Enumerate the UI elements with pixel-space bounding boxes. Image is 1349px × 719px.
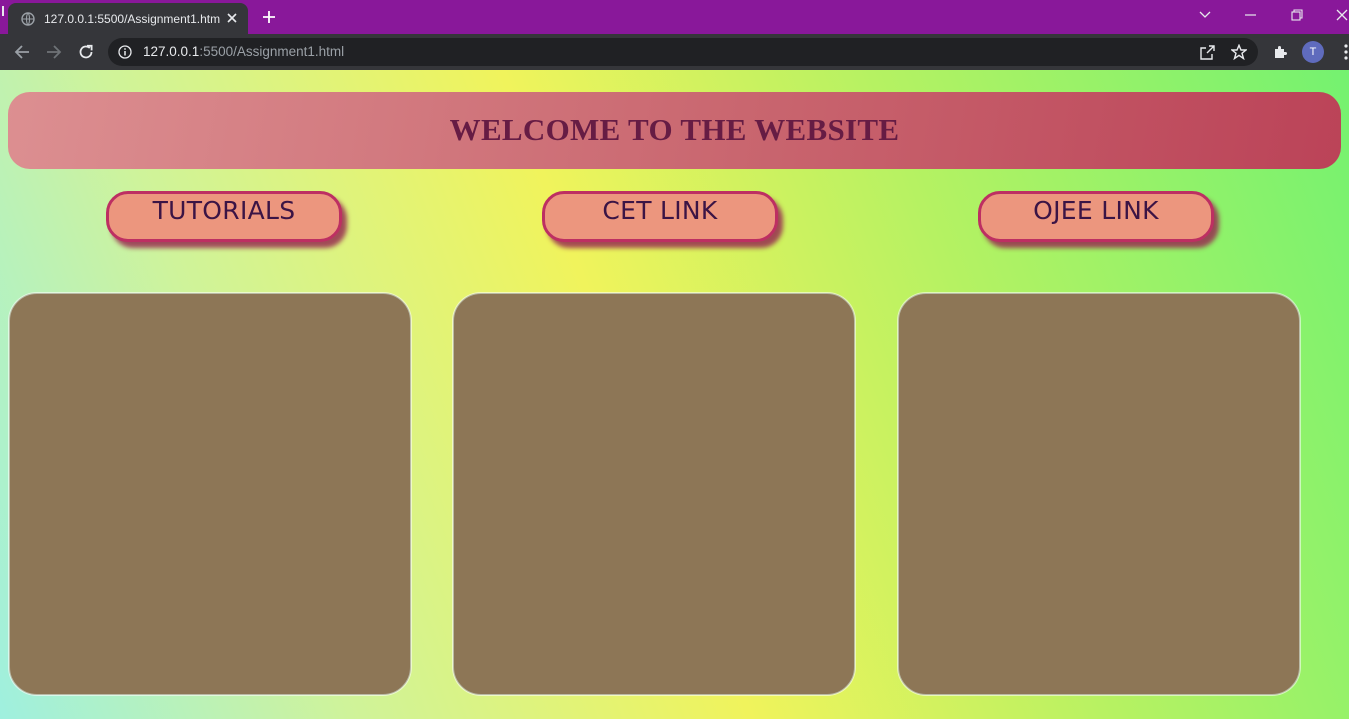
- tab-title: 127.0.0.1:5500/Assignment1.html: [44, 11, 220, 26]
- page-title: WELCOME TO THE WEBSITE: [449, 111, 900, 147]
- new-tab-icon[interactable]: [260, 8, 278, 26]
- close-icon[interactable]: [224, 10, 240, 26]
- back-arrow-icon[interactable]: [10, 40, 34, 64]
- browser-toolbar: 127.0.0.1:5500/Assignment1.html T: [0, 34, 1349, 70]
- browser-titlebar: 127.0.0.1:5500/Assignment1.html: [0, 0, 1349, 34]
- reload-icon[interactable]: [74, 40, 98, 64]
- tutorials-button[interactable]: TUTORIALS: [106, 191, 342, 242]
- url-path: :5500/Assignment1.html: [199, 44, 345, 59]
- address-bar[interactable]: 127.0.0.1:5500/Assignment1.html: [108, 38, 1258, 66]
- url-text: 127.0.0.1:5500/Assignment1.html: [143, 44, 344, 59]
- avatar[interactable]: T: [1302, 41, 1324, 63]
- page-header: WELCOME TO THE WEBSITE: [8, 92, 1341, 169]
- extensions-icon[interactable]: [1268, 40, 1292, 64]
- minimize-icon[interactable]: [1237, 4, 1265, 26]
- restore-icon[interactable]: [1283, 4, 1311, 26]
- content-card-ojee: [898, 293, 1300, 695]
- url-host: 127.0.0.1: [143, 44, 200, 59]
- share-icon[interactable]: [1198, 43, 1216, 61]
- ojee-link-button-label: OJEE LINK: [1033, 196, 1159, 225]
- content-card-tutorials: [9, 293, 411, 695]
- tutorials-button-label: TUTORIALS: [152, 196, 296, 225]
- window-edge-mark: [2, 6, 4, 16]
- info-icon[interactable]: [118, 45, 132, 59]
- ojee-link-button[interactable]: OJEE LINK: [978, 191, 1214, 242]
- browser-tab[interactable]: 127.0.0.1:5500/Assignment1.html: [8, 3, 248, 34]
- content-card-cet: [453, 293, 855, 695]
- cet-link-button[interactable]: CET LINK: [542, 191, 778, 242]
- window-close-icon[interactable]: [1328, 4, 1349, 26]
- star-icon[interactable]: [1230, 43, 1248, 61]
- chevron-down-icon[interactable]: [1191, 4, 1219, 26]
- cet-link-button-label: CET LINK: [602, 196, 718, 225]
- menu-dots-icon[interactable]: [1334, 40, 1349, 64]
- forward-arrow-icon[interactable]: [42, 40, 66, 64]
- globe-icon: [21, 11, 35, 26]
- page-viewport: WELCOME TO THE WEBSITE TUTORIALS CET LIN…: [0, 70, 1349, 719]
